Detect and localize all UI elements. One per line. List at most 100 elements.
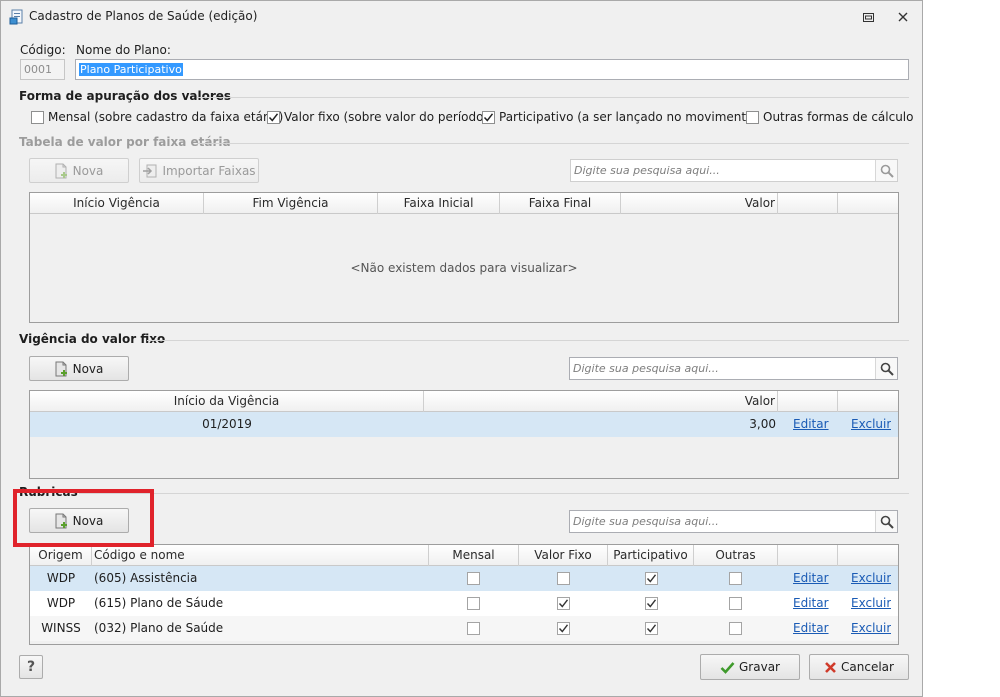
import-faixas-button[interactable]: Importar Faixas xyxy=(139,158,259,183)
cell-outras-checkbox[interactable] xyxy=(729,622,742,635)
faixa-new-button[interactable]: Nova xyxy=(29,158,129,183)
delete-link[interactable]: Excluir xyxy=(851,566,891,591)
delete-link[interactable]: Excluir xyxy=(851,412,891,437)
delete-link[interactable]: Excluir xyxy=(851,591,891,616)
close-button[interactable] xyxy=(894,8,912,26)
cancel-icon xyxy=(824,661,837,674)
edit-link[interactable]: Editar xyxy=(793,412,829,437)
checkbox-mensal[interactable]: Mensal (sobre cadastro da faixa etária) xyxy=(31,110,283,124)
search-button[interactable] xyxy=(875,160,897,181)
cell-fixo-checkbox[interactable] xyxy=(557,597,570,610)
search-icon xyxy=(880,164,894,178)
rubricas-new-button[interactable]: Nova xyxy=(29,508,129,533)
cell-mensal-checkbox[interactable] xyxy=(467,572,480,585)
cell-mensal-checkbox[interactable] xyxy=(467,622,480,635)
checkmark-icon xyxy=(268,112,279,122)
app-icon xyxy=(9,9,25,25)
cell-valor: 3,00 xyxy=(749,417,776,431)
checkbox-valor-fixo[interactable]: Valor fixo (sobre valor do período) xyxy=(267,110,488,124)
checkbox-outras[interactable]: Outras formas de cálculo xyxy=(746,110,914,124)
vigencia-divider xyxy=(147,340,909,341)
cell-fixo-checkbox[interactable] xyxy=(557,622,570,635)
window-title: Cadastro de Planos de Saúde (edição) xyxy=(29,9,258,23)
cell-outras-checkbox[interactable] xyxy=(729,597,742,610)
column-header[interactable]: Faixa Final xyxy=(500,193,621,214)
rubricas-grid-header: Origem Código e nome Mensal Valor Fixo P… xyxy=(30,545,898,566)
checkbox-box[interactable] xyxy=(267,110,280,124)
nome-field-value: Plano Participativo xyxy=(79,63,183,76)
checkmark-icon xyxy=(646,624,657,633)
table-row[interactable]: 01/2019 3,00 Editar Excluir xyxy=(30,412,898,437)
column-header[interactable]: Participativo xyxy=(608,545,694,566)
cell-inicio: 01/2019 xyxy=(202,417,252,431)
column-header[interactable]: Mensal xyxy=(429,545,519,566)
save-label: Gravar xyxy=(739,660,780,674)
rubricas-search-input[interactable]: Digite sua pesquisa aqui... xyxy=(570,515,875,528)
table-row[interactable]: WDP (605) Assistência Editar Excluir xyxy=(30,566,898,591)
restore-button[interactable] xyxy=(859,8,877,26)
rubricas-title: Rubricas xyxy=(19,485,78,499)
edit-link[interactable]: Editar xyxy=(793,616,829,641)
column-header[interactable]: Início Vigência xyxy=(30,193,204,214)
vigencia-new-button[interactable]: Nova xyxy=(29,356,129,381)
column-header[interactable]: Valor xyxy=(621,193,778,214)
column-header[interactable]: Faixa Inicial xyxy=(378,193,500,214)
cell-participativo-checkbox[interactable] xyxy=(645,597,658,610)
faixa-search[interactable]: Digite sua pesquisa aqui... xyxy=(570,159,898,182)
search-button[interactable] xyxy=(875,511,897,532)
checkbox-box[interactable] xyxy=(746,110,759,124)
checkbox-box[interactable] xyxy=(482,110,495,124)
cell-origem: WINSS xyxy=(41,621,81,635)
cell-mensal-checkbox[interactable] xyxy=(467,597,480,610)
faixa-grid: Início Vigência Fim Vigência Faixa Inici… xyxy=(29,192,899,323)
new-document-icon xyxy=(55,163,69,179)
help-icon: ? xyxy=(26,659,36,675)
table-row[interactable]: WDP (615) Plano de Sáude Editar Excluir xyxy=(30,591,898,616)
checkmark-icon xyxy=(558,599,569,608)
checkmark-icon xyxy=(483,112,494,122)
table-row[interactable]: WINSS (032) Plano de Saúde Editar Exclui… xyxy=(30,616,898,641)
column-header[interactable]: Fim Vigência xyxy=(204,193,378,214)
cell-participativo-checkbox[interactable] xyxy=(645,622,658,635)
column-header[interactable]: Início da Vigência xyxy=(30,391,424,412)
search-button[interactable] xyxy=(875,358,897,379)
cancel-label: Cancelar xyxy=(841,660,894,674)
column-header[interactable]: Valor xyxy=(424,391,778,412)
apuracao-title: Forma de apuração dos valores xyxy=(19,89,232,103)
column-header[interactable]: Origem xyxy=(30,545,92,566)
vigencia-search-input[interactable]: Digite sua pesquisa aqui... xyxy=(570,362,875,375)
checkbox-label: Valor fixo (sobre valor do período) xyxy=(284,110,489,124)
checkbox-label: Outras formas de cálculo xyxy=(763,110,914,124)
cancel-button[interactable]: Cancelar xyxy=(809,654,909,680)
column-header[interactable]: Valor Fixo xyxy=(519,545,608,566)
column-header-edit xyxy=(778,193,838,214)
help-button[interactable]: ? xyxy=(19,655,43,679)
empty-grid-message: <Não existem dados para visualizar> xyxy=(350,261,578,275)
search-icon xyxy=(880,362,894,376)
delete-link[interactable]: Excluir xyxy=(851,616,891,641)
edit-link[interactable]: Editar xyxy=(793,566,829,591)
nome-field[interactable]: Plano Participativo xyxy=(75,59,909,80)
codigo-field: 0001 xyxy=(20,59,65,80)
new-document-icon xyxy=(55,361,69,377)
faixa-search-input[interactable]: Digite sua pesquisa aqui... xyxy=(571,164,875,177)
cell-outras-checkbox[interactable] xyxy=(729,572,742,585)
vigencia-search[interactable]: Digite sua pesquisa aqui... xyxy=(569,357,898,380)
checkbox-box[interactable] xyxy=(31,110,44,124)
nome-label: Nome do Plano: xyxy=(76,43,171,57)
cell-origem: WDP xyxy=(46,596,76,610)
import-faixas-label: Importar Faixas xyxy=(162,163,256,178)
save-button[interactable]: Gravar xyxy=(700,654,800,680)
cell-fixo-checkbox[interactable] xyxy=(557,572,570,585)
column-header[interactable]: Outras xyxy=(694,545,778,566)
column-header[interactable]: Código e nome xyxy=(92,545,429,566)
faixa-new-label: Nova xyxy=(72,163,104,178)
rubricas-search[interactable]: Digite sua pesquisa aqui... xyxy=(569,510,898,533)
rubricas-new-label: Nova xyxy=(72,513,104,528)
faixa-title: Tabela de valor por faixa etária xyxy=(19,135,231,149)
cell-participativo-checkbox[interactable] xyxy=(645,572,658,585)
checkbox-participativo[interactable]: Participativo (a ser lançado no moviment… xyxy=(482,110,758,124)
search-icon xyxy=(880,515,894,529)
cell-origem: WDP xyxy=(46,571,76,585)
edit-link[interactable]: Editar xyxy=(793,591,829,616)
